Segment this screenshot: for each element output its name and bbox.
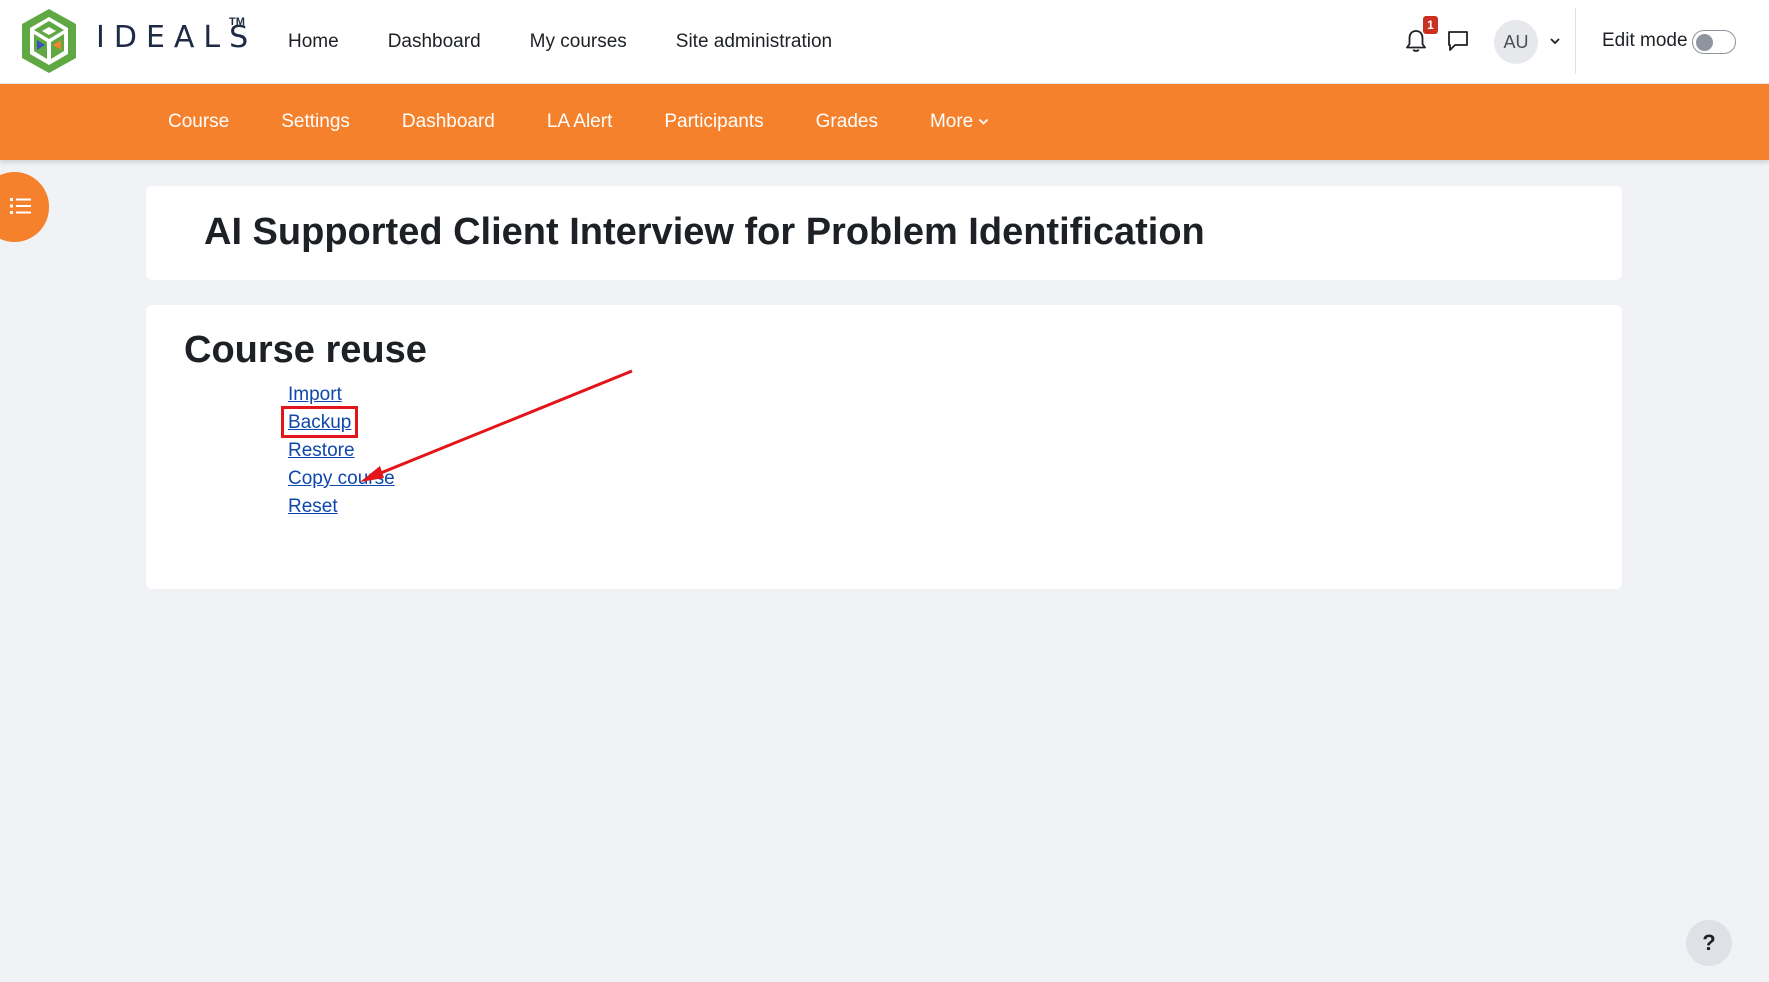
- tab-participants[interactable]: Participants: [638, 111, 789, 133]
- top-navbar: IDEALS TM Home Dashboard My courses Site…: [0, 0, 1769, 84]
- message-icon[interactable]: [1446, 29, 1470, 53]
- nav-site-administration[interactable]: Site administration: [659, 31, 832, 53]
- chevron-down-icon: [979, 118, 989, 125]
- help-button[interactable]: ?: [1686, 920, 1732, 966]
- navbar-divider: [1575, 8, 1576, 74]
- ideals-logo[interactable]: [18, 7, 80, 75]
- tab-dashboard[interactable]: Dashboard: [376, 111, 521, 133]
- restore-link[interactable]: Restore: [288, 440, 355, 461]
- nav-home[interactable]: Home: [271, 31, 339, 53]
- user-avatar[interactable]: AU: [1494, 20, 1538, 64]
- reset-link[interactable]: Reset: [288, 496, 338, 517]
- import-link[interactable]: Import: [288, 384, 342, 405]
- nav-my-courses[interactable]: My courses: [513, 31, 627, 53]
- nav-dashboard[interactable]: Dashboard: [371, 31, 481, 53]
- page-title: AI Supported Client Interview for Proble…: [204, 211, 1205, 253]
- annotation-arrow-icon: [360, 369, 633, 482]
- course-reuse-card: Course reuse Import Backup Restore Copy …: [146, 305, 1622, 589]
- edit-mode-toggle[interactable]: [1692, 30, 1736, 54]
- notification-count-badge: 1: [1423, 16, 1438, 34]
- course-index-drawer-button[interactable]: [0, 172, 49, 242]
- tab-course[interactable]: Course: [142, 111, 255, 133]
- list-icon: [10, 198, 31, 214]
- edit-mode-label: Edit mode: [1602, 30, 1688, 51]
- toggle-knob: [1696, 33, 1713, 51]
- tab-settings[interactable]: Settings: [255, 111, 376, 133]
- secondary-navigation: Course Settings Dashboard LA Alert Parti…: [0, 84, 1769, 160]
- tab-grades[interactable]: Grades: [790, 111, 904, 133]
- list-item: Reset: [288, 496, 395, 524]
- page-header-card: AI Supported Client Interview for Proble…: [146, 186, 1622, 280]
- primary-navigation: Home Dashboard My courses Site administr…: [271, 0, 864, 84]
- tab-more-label: More: [929, 111, 974, 132]
- trademark-mark: TM: [229, 16, 245, 28]
- tab-la-alert[interactable]: LA Alert: [521, 111, 639, 133]
- tab-more[interactable]: More: [904, 111, 1015, 133]
- chevron-down-icon[interactable]: [1548, 34, 1562, 48]
